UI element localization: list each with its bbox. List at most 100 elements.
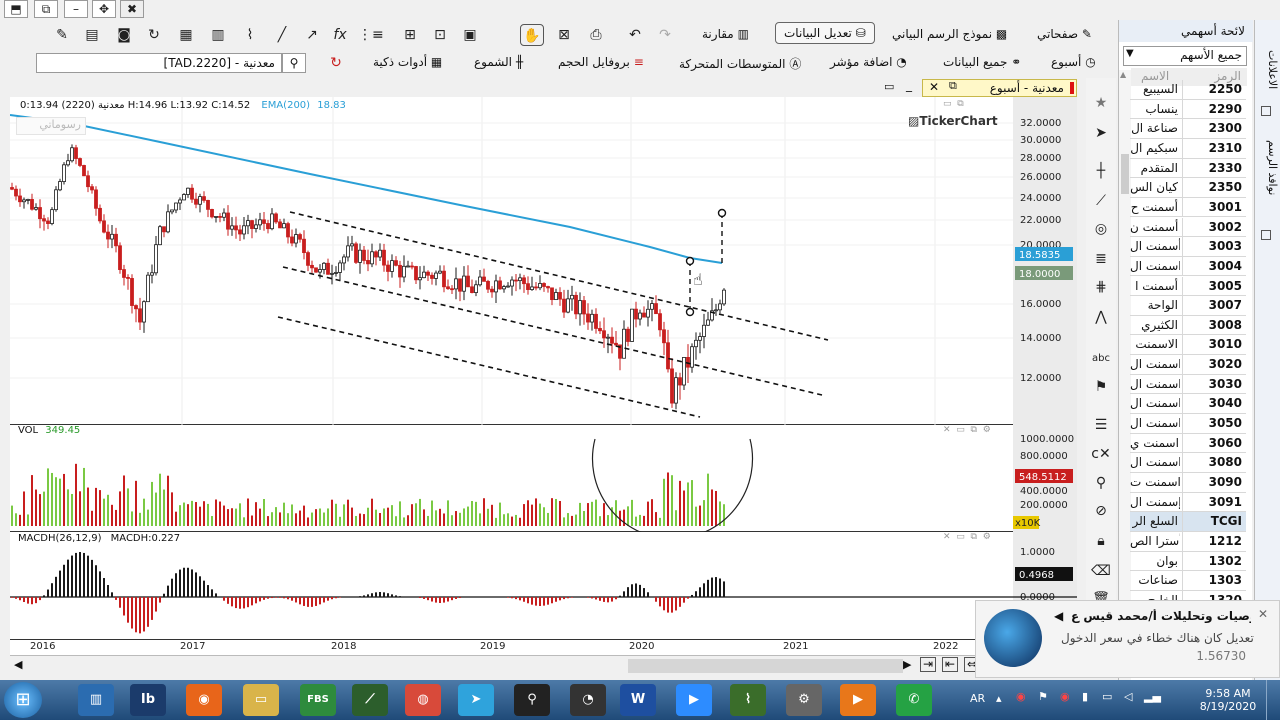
watchlist-row[interactable]: اسمنت ال 3080 (1130, 453, 1246, 473)
brush-icon[interactable]: ✎ (52, 25, 72, 45)
drawing-handle[interactable] (717, 208, 727, 218)
macd-window-icon[interactable]: ▭ (956, 532, 965, 542)
watchlist-row[interactable]: إسمنت ال 3091 (1130, 492, 1246, 513)
period-button[interactable]: أسبوع ◷ (1051, 55, 1096, 69)
text-icon[interactable]: abc (1090, 348, 1112, 370)
channel-icon[interactable]: ≣ (1090, 248, 1112, 270)
tab-announcements[interactable]: الاعلانات (1257, 50, 1279, 130)
tray-volume-icon[interactable]: ◁ (1124, 690, 1132, 703)
reload-icon[interactable]: ↻ (326, 53, 346, 73)
tab-window-icon[interactable]: ▭ (884, 80, 894, 93)
layers-icon[interactable]: ▤ (82, 25, 102, 45)
close-icon[interactable]: ✖ (120, 0, 144, 18)
scroll-left-icon[interactable]: ◀ (14, 658, 22, 671)
taskbar-pin-icon[interactable]: ⚲ (514, 684, 550, 716)
taskbar-telegram-icon[interactable]: ➤ (458, 684, 494, 716)
taskbar-firefox-icon[interactable]: ◉ (186, 684, 222, 716)
magnet-icon[interactable]: ⚲ (1090, 472, 1112, 494)
watchlist-row[interactable]: اسمنت ال 3030 (1130, 374, 1246, 395)
search-icon[interactable]: ⚲ (282, 53, 306, 73)
taskbar-speed-icon[interactable]: ◔ (570, 684, 606, 716)
taskbar-explorer-icon[interactable]: ▥ (78, 684, 114, 716)
watchlist-row[interactable]: أسمنت ال 3003 (1130, 237, 1246, 257)
crosshair-icon[interactable]: ┼ (1090, 160, 1112, 182)
watchlist-row[interactable]: اسمنت ي 3060 (1130, 433, 1246, 454)
taskbar-folder-icon[interactable]: ▭ (243, 684, 279, 716)
table-icon[interactable]: ▥ (208, 25, 228, 45)
scan-icon[interactable]: ⊞ (400, 25, 420, 45)
taskbar-ib-icon[interactable]: Ib (130, 684, 166, 716)
cursor-icon[interactable]: ➤ (1090, 122, 1112, 144)
scroll-up-icon[interactable]: ▲ (1120, 70, 1126, 79)
line-icon[interactable]: ╱ (272, 25, 292, 45)
tray-signal-icon[interactable]: ▂▄ (1144, 690, 1161, 703)
list-icon[interactable]: ⋮≡ (358, 25, 384, 45)
macd-pane[interactable]: 1.0000 0.0000 0.4968 MACDH(26,12,9) MACDH:… (10, 532, 1077, 640)
watchlist-row[interactable]: أسمنت ن 3002 (1130, 217, 1246, 238)
pane-maximize-icon[interactable]: ⧉ (957, 99, 963, 109)
taskbar-chrome-icon[interactable]: ◍ (405, 684, 441, 716)
move-icon[interactable]: ✥ (92, 0, 116, 18)
watchlist-scroll-thumb[interactable] (1121, 154, 1129, 194)
watchlist-row[interactable]: الكثيري 3008 (1130, 315, 1246, 336)
watchlist-row[interactable]: كيان الس 2350 (1130, 178, 1246, 198)
watchlist-row[interactable]: اسمنت ت 3090 (1130, 473, 1246, 493)
trendline-icon[interactable]: ⟋ (1090, 190, 1112, 212)
line-chart-icon[interactable]: ⌇ (240, 25, 260, 45)
taskbar-chart-icon[interactable]: ⌇ (730, 684, 766, 716)
symbol-search-input[interactable]: [TAD.2220] - معدنية (36, 53, 282, 73)
clock[interactable]: 9:58 AM 8/19/2020 (1196, 684, 1260, 716)
volume-close-icon[interactable]: ✕ (943, 425, 951, 435)
start-button[interactable]: ⊞ (4, 682, 42, 718)
add-indicator-button[interactable]: اضافة مؤشر ◔ (830, 55, 907, 69)
delete-drawing-icon[interactable]: c✕ (1090, 443, 1112, 465)
drawing-handle[interactable] (685, 307, 695, 317)
zoom-in-icon[interactable]: ⇥ (920, 657, 936, 672)
star-icon[interactable]: ★ (1090, 92, 1112, 114)
tray-expand-icon[interactable]: ▴ (996, 692, 1002, 705)
macd-close-icon[interactable]: ✕ (943, 532, 951, 542)
restore-window-icon[interactable]: ⧉ (34, 0, 58, 18)
taskbar-media-icon[interactable]: ▶ (840, 684, 876, 716)
watchlist-row[interactable]: المتقدم 2330 (1130, 158, 1246, 179)
compare-button[interactable]: مقارنة ▥ (702, 27, 749, 41)
my-pages-button[interactable]: صفحاتي ✎ (1037, 27, 1092, 41)
watchlist-row[interactable]: أسمنت ا 3005 (1130, 276, 1246, 297)
tray-app2-icon[interactable]: ◉ (1060, 690, 1070, 703)
candles-button[interactable]: الشموع ╫ (474, 55, 523, 69)
redo-icon[interactable]: ↷ (655, 25, 675, 45)
volume-profile-button[interactable]: بروفايل الحجم ≡ (558, 55, 644, 69)
watchlist-row[interactable]: اسمنت ال 3004 (1130, 256, 1246, 277)
watchlist-row[interactable]: صناعات 1303 (1130, 571, 1246, 591)
notification-toast[interactable]: ✕ ◀ توصيات وتحليلات أ/محمد قيس ع... تعدي… (975, 600, 1280, 678)
grid-icon[interactable]: ▦ (176, 25, 196, 45)
show-desktop[interactable] (1266, 680, 1280, 720)
tray-network-icon[interactable]: ▮ (1082, 690, 1088, 703)
tab-restore-icon[interactable]: ⧉ (949, 79, 957, 93)
zoom-out-icon[interactable]: ⇤ (942, 657, 958, 672)
smart-tools-button[interactable]: أدوات ذكية ▦ (373, 55, 442, 69)
moving-averages-button[interactable]: المتوسطات المتحركة Ⓐ (679, 55, 801, 72)
taskbar-zoom-icon[interactable]: ▶ (676, 684, 712, 716)
hand-icon[interactable]: ✋ (520, 24, 544, 46)
watchlist-row[interactable]: الاسمنت 3010 (1130, 335, 1246, 356)
tray-app-icon[interactable]: ◉ (1016, 690, 1026, 703)
restore-icon[interactable]: ⬒ (4, 0, 28, 18)
price-chart[interactable]: 32.0000 30.0000 28.0000 26.0000 24.0000 22.00… (10, 97, 1077, 425)
trend-icon[interactable]: ↗ (302, 25, 322, 45)
eraser-icon[interactable]: ⌫ (1090, 560, 1112, 582)
watchlist-row[interactable]: الواحة 3007 (1130, 296, 1246, 316)
watchlist-row[interactable]: بوان 1302 (1130, 551, 1246, 572)
watchlist-row[interactable]: أسترا الص 1212 (1130, 531, 1246, 552)
watchlist-row[interactable]: السلع الر TCGI (1130, 512, 1246, 532)
watchlist-filter-select[interactable]: ▼ جميع الأسهم (1123, 46, 1247, 66)
levels-icon[interactable]: ☰ (1090, 414, 1112, 436)
window-icon[interactable]: ▣ (460, 25, 480, 45)
flag-icon[interactable]: ⚑ (1090, 376, 1112, 398)
volume-maximize-icon[interactable]: ⧉ (971, 425, 977, 435)
taskbar-tool-icon[interactable]: ⚙ (786, 684, 822, 716)
taskbar-whatsapp-icon[interactable]: ✆ (896, 684, 932, 716)
tab-close-icon[interactable]: ✕ (929, 80, 939, 94)
screen-icon[interactable]: ⊠ (554, 25, 574, 45)
price-pane[interactable]: 32.0000 30.0000 28.0000 26.0000 24.0000 22.00… (10, 97, 1077, 425)
